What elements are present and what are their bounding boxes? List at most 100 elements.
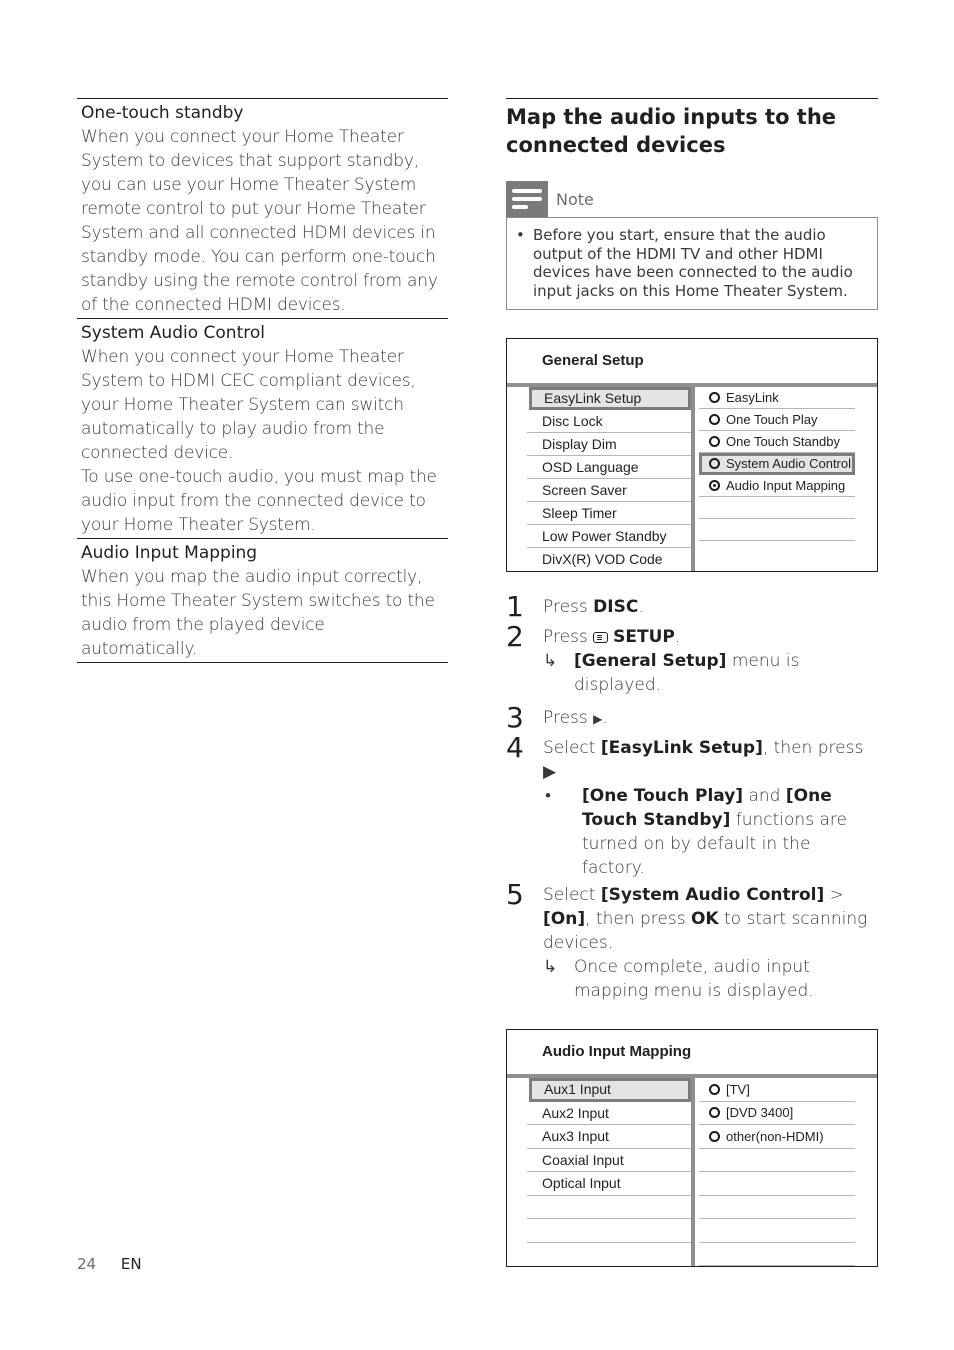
- page-footer: 24 EN: [77, 1255, 142, 1273]
- step-text: Select [EasyLink Setup], then press ▶ • …: [543, 733, 878, 880]
- option-label: Audio Input Mapping: [726, 477, 846, 493]
- note-label: Note: [556, 189, 594, 209]
- note-header: Note: [506, 181, 878, 217]
- setup-icon: [593, 632, 609, 643]
- step-1: 1 Press DISC.: [506, 592, 878, 622]
- step-bullet: • [One Touch Play] and [One Touch Standb…: [543, 784, 878, 880]
- menu-left-list: EasyLink Setup Disc Lock Display Dim OSD La…: [507, 387, 691, 571]
- result-arrow-icon: ↳: [543, 651, 558, 671]
- menu-left-item: Optical Input: [527, 1172, 691, 1196]
- menu-right-item: One Touch Play: [699, 409, 855, 431]
- step-result: ↳ [General Setup] menu is displayed.: [543, 649, 878, 697]
- option-label: System Audio Control: [726, 455, 852, 471]
- left-column: One-touch standby When you connect your …: [77, 98, 448, 663]
- step-text-part: and: [743, 786, 786, 806]
- menu-left-item: Coaxial Input: [527, 1149, 691, 1172]
- result-arrow-icon: ↳: [543, 957, 558, 977]
- menu-left-list: Aux1 Input Aux2 Input Aux3 Input Coaxial In…: [507, 1078, 691, 1266]
- menu-right-item: One Touch Standby: [699, 431, 855, 453]
- menu-right-item: [699, 519, 855, 541]
- step-3: 3 Press ▶.: [506, 703, 878, 733]
- menu-name: [System Audio Control]: [600, 885, 825, 905]
- menu-left-item: [527, 1243, 691, 1267]
- steps-list: 1 Press DISC. 2 Press SETUP. ↳ [General …: [506, 592, 878, 1003]
- step-text: Select [System Audio Control] > [On], th…: [543, 880, 878, 1003]
- right-column: Map the audio inputs to the connected de…: [506, 98, 878, 1267]
- note-box: Note • Before you start, ensure that the…: [506, 181, 878, 310]
- menu-body: EasyLink Setup Disc Lock Display Dim OSD La…: [507, 387, 877, 571]
- menu-right-item: System Audio Control: [699, 453, 855, 475]
- menu-right-item: [699, 1149, 855, 1172]
- menu-right-item: [699, 1172, 855, 1196]
- term-paragraph: When you connect your Home Theater Syste…: [81, 127, 438, 315]
- step-number: 3: [506, 701, 524, 734]
- step-text-part: Select: [543, 738, 601, 758]
- menu-name: [General Setup]: [574, 651, 727, 671]
- menu-right-item: [699, 1196, 855, 1219]
- radio-option-icon: [709, 414, 720, 425]
- note-text: Before you start, ensure that the audio …: [533, 226, 853, 300]
- step-number: 5: [506, 878, 524, 911]
- radio-option-icon: [709, 1130, 720, 1142]
- option-label: EasyLink: [726, 389, 779, 405]
- step-text-part: .: [638, 597, 644, 617]
- menu-left-item: [527, 1219, 691, 1243]
- language-code: EN: [120, 1255, 142, 1273]
- menu-left-item: Low Power Standby: [527, 525, 691, 548]
- step-number: 2: [506, 620, 524, 653]
- term-one-touch-standby: One-touch standby When you connect your …: [77, 98, 448, 318]
- menu-body: Aux1 Input Aux2 Input Aux3 Input Coaxial In…: [507, 1078, 877, 1266]
- step-text-part: Press: [543, 708, 594, 728]
- step-text-part: .: [602, 708, 608, 728]
- step-text-part: Press: [543, 627, 594, 647]
- term-title: Audio Input Mapping: [81, 543, 258, 563]
- menu-right-list: EasyLink One Touch Play One Touch Standby S…: [695, 387, 877, 571]
- menu-left-item: OSD Language: [527, 456, 691, 479]
- menu-title: General Setup: [507, 339, 877, 387]
- step-text: Press DISC.: [543, 592, 644, 619]
- menu-right-item: [699, 497, 855, 519]
- term-description: When you connect your Home Theater Syste…: [81, 345, 444, 537]
- bullet-icon: •: [516, 226, 525, 244]
- button-name: DISC: [593, 597, 639, 617]
- step-text-part: Press: [543, 597, 594, 617]
- menu-right-list: [TV] [DVD 3400] other(non-HDMI): [695, 1078, 877, 1266]
- button-name: SETUP: [613, 627, 675, 647]
- option-label: [DVD 3400]: [726, 1105, 794, 1120]
- option-label: One Touch Standby: [726, 433, 840, 449]
- menu-left-item: Display Dim: [527, 433, 691, 456]
- term-title: System Audio Control: [81, 323, 265, 343]
- option-label: other(non-HDMI): [726, 1128, 824, 1144]
- menu-right-item: [TV]: [699, 1078, 855, 1102]
- menu-left-item: [527, 1196, 691, 1219]
- radio-option-icon: [709, 392, 720, 403]
- option-label: One Touch Play: [726, 411, 818, 427]
- option-label: [TV]: [726, 1081, 750, 1097]
- step-2: 2 Press SETUP. ↳ [General Setup] menu is…: [506, 622, 878, 697]
- step-5: 5 Select [System Audio Control] > [On], …: [506, 880, 878, 1003]
- menu-right-item: [699, 1243, 855, 1266]
- term-paragraph: To use one-touch audio, you must map the…: [81, 467, 437, 535]
- term-paragraph: When you map the audio input correctly, …: [81, 567, 435, 659]
- term-description: When you connect your Home Theater Syste…: [81, 125, 444, 317]
- term-description: When you map the audio input correctly, …: [81, 565, 444, 661]
- menu-left-item: Aux3 Input: [527, 1125, 691, 1149]
- menu-right-item: [DVD 3400]: [699, 1102, 855, 1125]
- step-4: 4 Select [EasyLink Setup], then press ▶ …: [506, 733, 878, 880]
- menu-left-item: Aux2 Input: [527, 1102, 691, 1125]
- general-setup-menu-screenshot: General Setup EasyLink Setup Disc Lock Dis…: [506, 338, 878, 572]
- step-text-part: Select: [543, 885, 601, 905]
- term-title: One-touch standby: [81, 103, 244, 123]
- term-paragraph: When you connect your Home Theater Syste…: [81, 347, 416, 463]
- menu-right-item: other(non-HDMI): [699, 1125, 855, 1149]
- menu-name: [On]: [543, 909, 586, 929]
- bullet-icon: •: [545, 786, 551, 806]
- note-content: • Before you start, ensure that the audi…: [506, 217, 878, 310]
- menu-left-item: Disc Lock: [527, 410, 691, 433]
- radio-option-icon: [709, 458, 720, 469]
- menu-right-item: Audio Input Mapping: [699, 475, 855, 497]
- step-result: ↳ Once complete, audio input mapping men…: [543, 955, 878, 1003]
- menu-right-item: [699, 1219, 855, 1243]
- radio-option-icon: [709, 1083, 720, 1095]
- menu-name: [One Touch Play]: [582, 786, 744, 806]
